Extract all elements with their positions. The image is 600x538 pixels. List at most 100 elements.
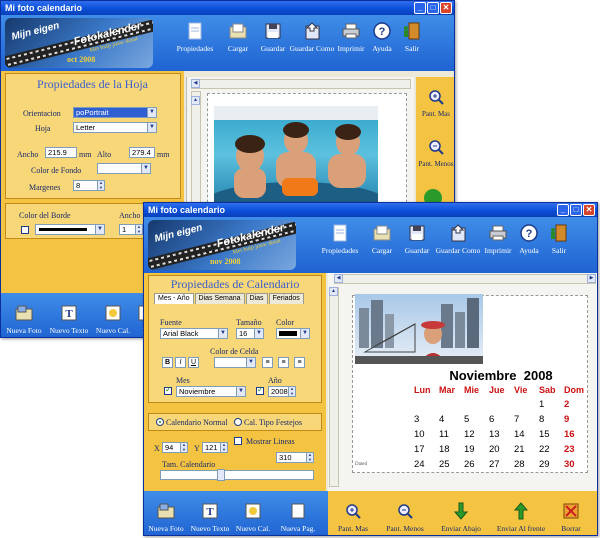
minimize-icon[interactable]: _ [557, 204, 569, 216]
show-lines-checkbox[interactable] [234, 437, 242, 445]
weekday-header: Mar [439, 384, 456, 395]
font-size-select[interactable]: 16 ▼ [236, 328, 264, 339]
align-right-icon[interactable]: ≡ [294, 357, 305, 368]
bring-front-button[interactable]: Enviar Al frente [490, 501, 552, 533]
border-width-stepper[interactable]: 1 ▲ ▼ [119, 224, 143, 235]
new-text-button[interactable]: T Nuevo Texto [47, 303, 91, 335]
children-in-pool-image [214, 106, 378, 214]
toolbar-guardar-como-button[interactable]: Guardar Como [289, 21, 335, 53]
delete-button[interactable]: Borrar [552, 501, 590, 533]
zoom-out-button[interactable]: Pant. Menos [378, 501, 432, 533]
document-icon [185, 21, 205, 41]
orientation-select[interactable]: poPortrait ▼ [73, 107, 157, 118]
new-page-button[interactable]: Nueva Pag. [274, 501, 322, 533]
zoom-out-button[interactable]: Pant. Menos [418, 137, 454, 168]
new-photo-button[interactable]: Nueva Foto [144, 501, 188, 533]
family-photo[interactable] [214, 106, 378, 214]
city-photo[interactable] [355, 294, 483, 364]
weekday-header: Mie [464, 384, 480, 395]
close-icon[interactable]: ✕ [583, 204, 595, 216]
toolbar-cargar-button[interactable]: Cargar [364, 223, 400, 255]
scroll-up-icon[interactable]: ▲ [329, 287, 338, 296]
month-checkbox[interactable] [164, 385, 172, 395]
toolbar-salir-button[interactable]: Salir [544, 223, 574, 255]
day-cell [484, 397, 509, 412]
toolbar-ayuda-button[interactable]: ? Ayuda [514, 223, 544, 255]
maximize-icon[interactable]: □ [427, 2, 439, 14]
horizontal-scrollbar[interactable]: ◀ [191, 79, 411, 89]
vertical-scrollbar[interactable]: ▲ [191, 91, 201, 211]
x-position-stepper[interactable]: 94 ▲ ▼ [162, 442, 188, 453]
background-color-picker[interactable]: ▼ [97, 163, 151, 174]
tab-dias-semana[interactable]: Dias Semana [194, 293, 245, 304]
border-checkbox[interactable] [21, 226, 29, 234]
chevron-down-icon: ▼ [147, 108, 156, 117]
zoom-in-button[interactable]: Pant. Mas [418, 87, 454, 118]
tab-mes-ano[interactable]: Mes - Año [154, 293, 194, 304]
title-bar[interactable]: Mi foto calendario _ □ ✕ [144, 203, 597, 217]
toolbar-cargar-button[interactable]: Cargar [219, 21, 257, 53]
toolbar-propiedades-button[interactable]: Propiedades [171, 21, 219, 53]
zoom-in-button[interactable]: Pant. Mas [328, 501, 378, 533]
toolbar-imprimir-button[interactable]: Imprimir [482, 223, 514, 255]
toolbar-guardar-button[interactable]: Guardar [400, 223, 434, 255]
sheet-size-select[interactable]: Letter ▼ [73, 122, 157, 133]
y-position-stepper[interactable]: 121 ▲ ▼ [202, 442, 228, 453]
bold-button[interactable]: B [162, 357, 173, 368]
font-select[interactable]: Arial Black ▼ [160, 328, 228, 339]
close-icon[interactable]: ✕ [440, 2, 452, 14]
floppy-disk-icon [407, 223, 427, 243]
horizontal-scrollbar[interactable]: ◀ ▶ [334, 274, 596, 284]
font-color-picker[interactable]: ▼ [276, 328, 310, 339]
title-bar[interactable]: Mi foto calendario _ □ ✕ [1, 1, 454, 15]
minimize-icon[interactable]: _ [414, 2, 426, 14]
scroll-right-icon[interactable]: ▶ [587, 274, 596, 283]
day-cell [409, 397, 434, 412]
scroll-left-icon[interactable]: ◀ [191, 79, 200, 88]
chevron-down-icon: ▼ [300, 329, 309, 338]
chevron-down-icon: ▼ [218, 329, 227, 338]
tab-dias[interactable]: Dias [245, 293, 268, 304]
maximize-icon[interactable]: □ [570, 204, 582, 216]
calendar-grid: Lun Mar Mie Jue Vie Sab Dom 1 2 3 4 5 6 … [409, 382, 584, 472]
calendar-properties-panel: Propiedades de Calendario Mes - Año Dias… [144, 273, 326, 491]
new-photo-button[interactable]: Nueva Foto [1, 303, 47, 335]
align-left-icon[interactable]: ≡ [262, 357, 273, 368]
scroll-left-icon[interactable]: ◀ [334, 274, 343, 283]
calendar-size-slider[interactable] [160, 469, 314, 481]
border-color-picker[interactable]: ▼ [35, 224, 105, 235]
toolbar-guardar-como-button[interactable]: Guardar Como [434, 223, 482, 255]
vertical-scrollbar[interactable]: ▲ [329, 287, 339, 487]
toolbar-imprimir-button[interactable]: Imprimir [335, 21, 367, 53]
cell-color-picker[interactable]: ▼ [214, 357, 256, 368]
tab-feriados[interactable]: Feriados [268, 293, 304, 304]
new-text-button[interactable]: T Nuevo Texto [188, 501, 232, 533]
woman-in-city-image [355, 298, 483, 364]
margins-stepper[interactable]: 8 ▲ ▼ [73, 180, 105, 191]
scroll-up-icon[interactable]: ▲ [191, 96, 200, 105]
align-center-icon[interactable]: ≡ [278, 357, 289, 368]
new-calendar-button[interactable]: Nuevo Cal. [232, 501, 274, 533]
exit-door-icon [549, 223, 569, 243]
toolbar-salir-button[interactable]: Salir [397, 21, 427, 53]
calendar-normal-radio[interactable] [156, 418, 164, 426]
new-calendar-button[interactable]: Nuevo Cal. [91, 303, 135, 335]
width-input[interactable]: 215.9 [45, 147, 77, 158]
calendar-size-stepper[interactable]: 310 ▲ ▼ [276, 452, 314, 463]
toolbar-guardar-button[interactable]: Guardar [257, 21, 289, 53]
send-back-button[interactable]: Enviar Abajo [432, 501, 490, 533]
toolbar-ayuda-button[interactable]: ? Ayuda [367, 21, 397, 53]
year-checkbox[interactable] [256, 385, 264, 395]
italic-button[interactable]: I [175, 357, 186, 368]
folder-open-icon [372, 223, 392, 243]
calendar-festejos-radio[interactable] [234, 418, 242, 426]
exit-door-icon [402, 21, 422, 41]
day-cell: 15 [539, 429, 550, 440]
window-front: Mi foto calendario _ □ ✕ Mijn eigen Foto… [143, 202, 598, 536]
year-stepper[interactable]: 2008 ▲ ▼ [268, 386, 296, 397]
header-toolbar: Mijn eigen Fotokalender Met hulp jouw do… [144, 217, 597, 273]
toolbar-propiedades-button[interactable]: Propiedades [316, 223, 364, 255]
height-input[interactable]: 279.4 [129, 147, 155, 158]
month-select[interactable]: Noviembre ▼ [176, 386, 246, 397]
underline-button[interactable]: U [188, 357, 199, 368]
